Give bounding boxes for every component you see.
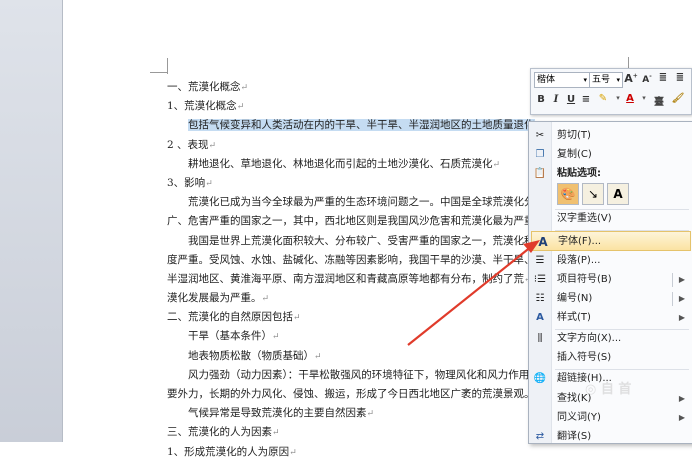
watermark: ◎ 自 首 xyxy=(585,382,632,397)
annotation-arrow xyxy=(407,240,540,346)
paragraph-mark-icon: ↵ xyxy=(289,447,297,458)
